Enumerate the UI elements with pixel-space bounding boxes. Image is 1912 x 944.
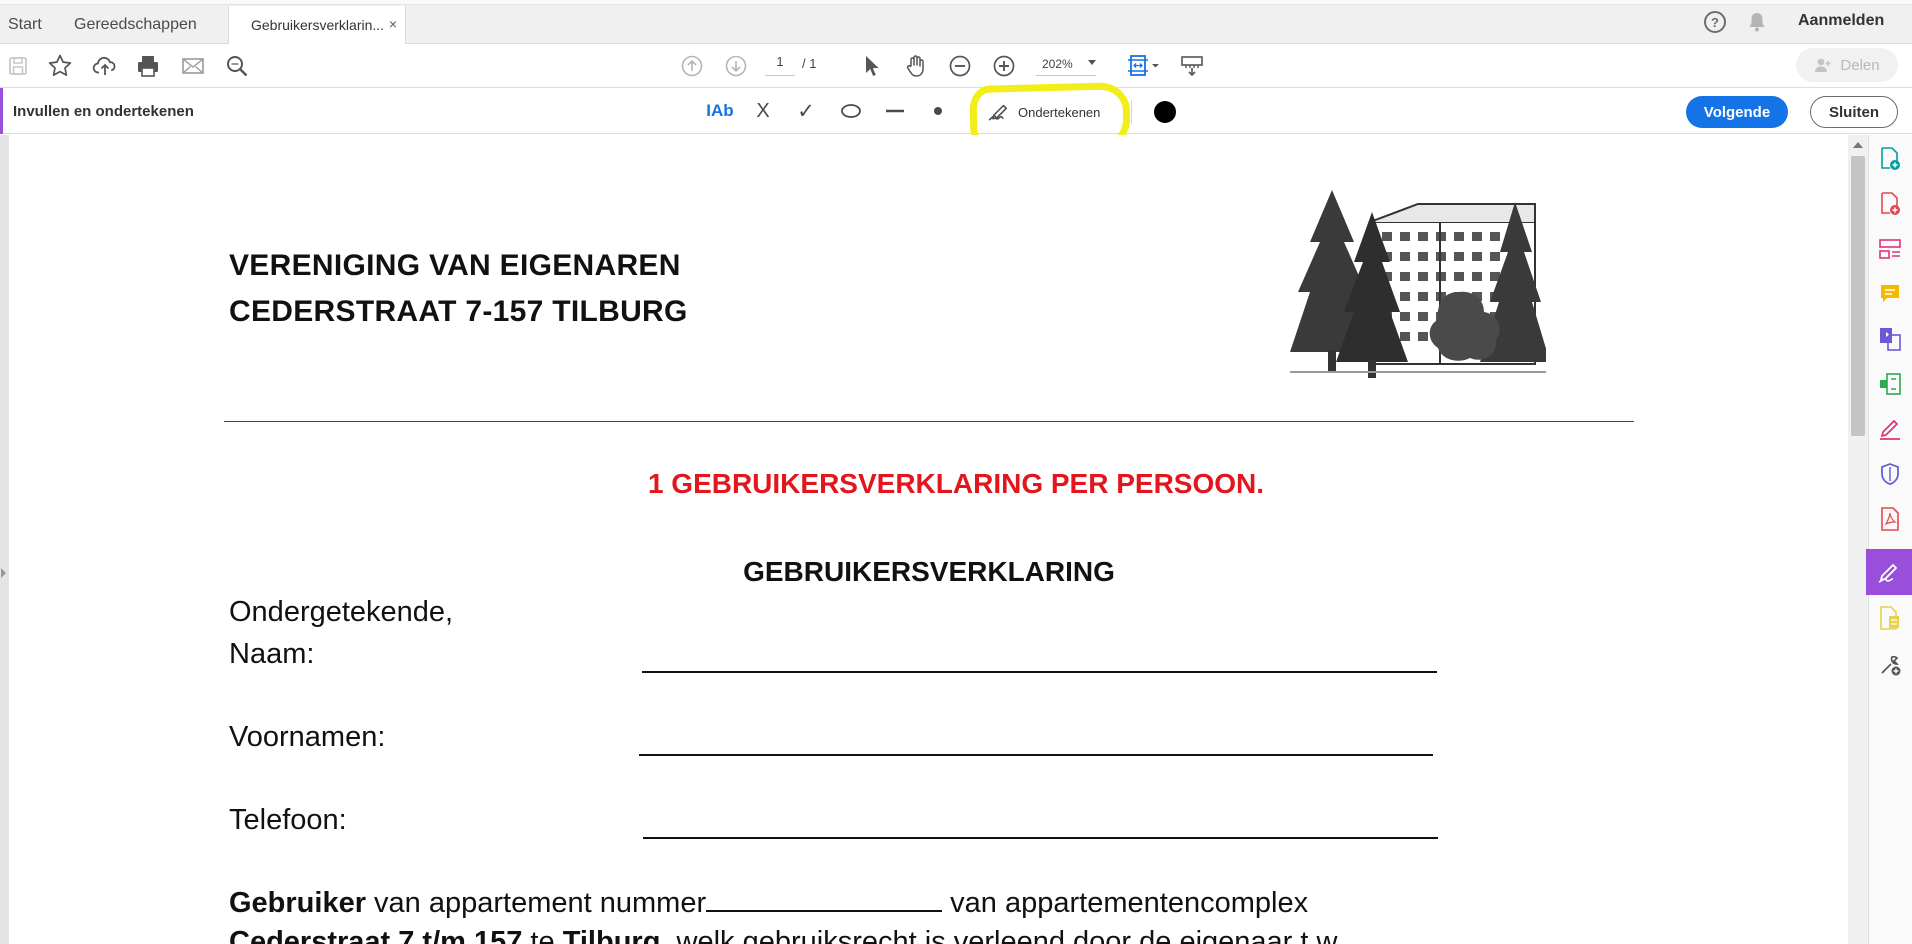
tab-tools[interactable]: Gereedschappen [74, 6, 197, 44]
search-icon[interactable] [223, 52, 251, 80]
zoom-out-icon[interactable] [946, 52, 974, 80]
org-name: VERENIGING VAN EIGENAREN [229, 249, 681, 282]
toolbar-divider [1131, 100, 1132, 124]
left-panel-collapsed[interactable] [0, 135, 9, 944]
fill-sign-active-icon[interactable] [1866, 549, 1912, 595]
header-rule [224, 421, 1634, 422]
fill-sign-toolbar [0, 88, 1912, 134]
zoom-in-icon[interactable] [990, 52, 1018, 80]
fill-sign-title: Invullen en ondertekenen [13, 103, 194, 120]
fill-sign-icon[interactable] [1870, 409, 1910, 449]
org-address: CEDERSTRAAT 7-157 TILBURG [229, 295, 688, 328]
user-text: van appartement nummer [366, 887, 707, 919]
page-number-input[interactable]: 1 [765, 54, 795, 76]
street-term: Cederstraat 7 t/m 157 [229, 926, 523, 944]
add-user-icon [1815, 58, 1831, 72]
compress-icon[interactable] [1870, 364, 1910, 404]
tab-document[interactable]: Gebruikersverklarin... × [228, 6, 406, 44]
bell-icon[interactable] [1746, 11, 1768, 33]
rights-text: , welk gebruiksrecht is verleend door de… [660, 926, 1344, 944]
tab-start[interactable]: Start [8, 6, 42, 44]
page-down-icon[interactable] [722, 52, 750, 80]
zoom-value: 202% [1042, 56, 1073, 71]
undersigned-label: Ondergetekende, [229, 596, 454, 628]
ink-color-swatch[interactable] [1154, 101, 1176, 123]
comment-icon[interactable] [1870, 274, 1910, 314]
tab-document-label: Gebruikersverklarin... [251, 17, 385, 33]
building-logo [1290, 182, 1550, 382]
chevron-down-icon[interactable] [1088, 60, 1096, 65]
page-total: / 1 [802, 56, 817, 71]
bookmark-star-icon[interactable] [46, 52, 74, 80]
protect-icon[interactable] [1870, 454, 1910, 494]
mail-icon[interactable] [179, 52, 207, 80]
zoom-select[interactable]: 202% [1036, 52, 1096, 76]
export-pdf-icon[interactable] [1870, 319, 1910, 359]
organize-pages-icon[interactable] [1870, 229, 1910, 269]
address-paragraph: Cederstraat 7 t/m 157 te Tilburg, welk g… [229, 926, 1344, 944]
circle-tool[interactable] [836, 96, 866, 126]
dot-tool[interactable] [925, 96, 951, 126]
checkmark-tool[interactable]: ✓ [792, 96, 820, 126]
complex-text: van appartementencomplex [942, 887, 1309, 919]
save-icon[interactable] [4, 52, 32, 80]
line-tool[interactable] [880, 96, 910, 126]
sign-in-link[interactable]: Aanmelden [1798, 12, 1884, 30]
page-up-icon[interactable] [678, 52, 706, 80]
fit-page-icon[interactable] [1124, 52, 1164, 80]
phone-label: Telefoon: [229, 804, 347, 836]
close-button[interactable]: Sluiten [1810, 96, 1898, 128]
more-tools-icon[interactable] [1870, 645, 1910, 685]
fill-sign-accent [0, 88, 3, 134]
help-icon[interactable]: ? [1704, 11, 1726, 33]
edit-pdf-icon[interactable] [1870, 184, 1910, 224]
apartment-number-field[interactable] [706, 886, 943, 912]
upload-icon[interactable] [91, 52, 119, 80]
share-button[interactable]: Delen [1796, 48, 1898, 82]
first-names-label: Voornamen: [229, 721, 386, 753]
form-title: GEBRUIKERSVERKLARING [743, 556, 1115, 587]
close-icon[interactable]: × [389, 16, 397, 32]
scroll-up-icon[interactable] [1853, 142, 1863, 148]
cross-tool[interactable]: X [750, 96, 776, 126]
user-paragraph: Gebruiker van appartement nummer van app… [229, 886, 1308, 920]
name-field[interactable] [642, 671, 1437, 673]
scroll-mode-icon[interactable] [1178, 52, 1206, 80]
next-button[interactable]: Volgende [1686, 96, 1788, 128]
in-text: te [522, 926, 563, 944]
phone-field[interactable] [643, 837, 1438, 839]
hand-icon[interactable] [902, 52, 930, 80]
add-text-tool[interactable]: IAb [704, 96, 736, 126]
share-label: Delen [1840, 56, 1880, 74]
first-names-field[interactable] [639, 754, 1433, 756]
notice-heading: 1 GEBRUIKERSVERKLARING PER PERSOON. [647, 468, 1265, 499]
select-pointer-icon[interactable] [857, 52, 885, 80]
create-pdf-icon[interactable] [1870, 139, 1910, 179]
pdf-icon[interactable] [1870, 499, 1910, 539]
city-term: Tilburg [562, 926, 661, 944]
title-strip [0, 0, 1912, 5]
name-label: Naam: [229, 638, 315, 670]
scrollbar-thumb[interactable] [1851, 156, 1865, 436]
user-term: Gebruiker [229, 887, 366, 919]
send-for-review-icon[interactable] [1870, 598, 1910, 638]
print-icon[interactable] [134, 52, 162, 80]
